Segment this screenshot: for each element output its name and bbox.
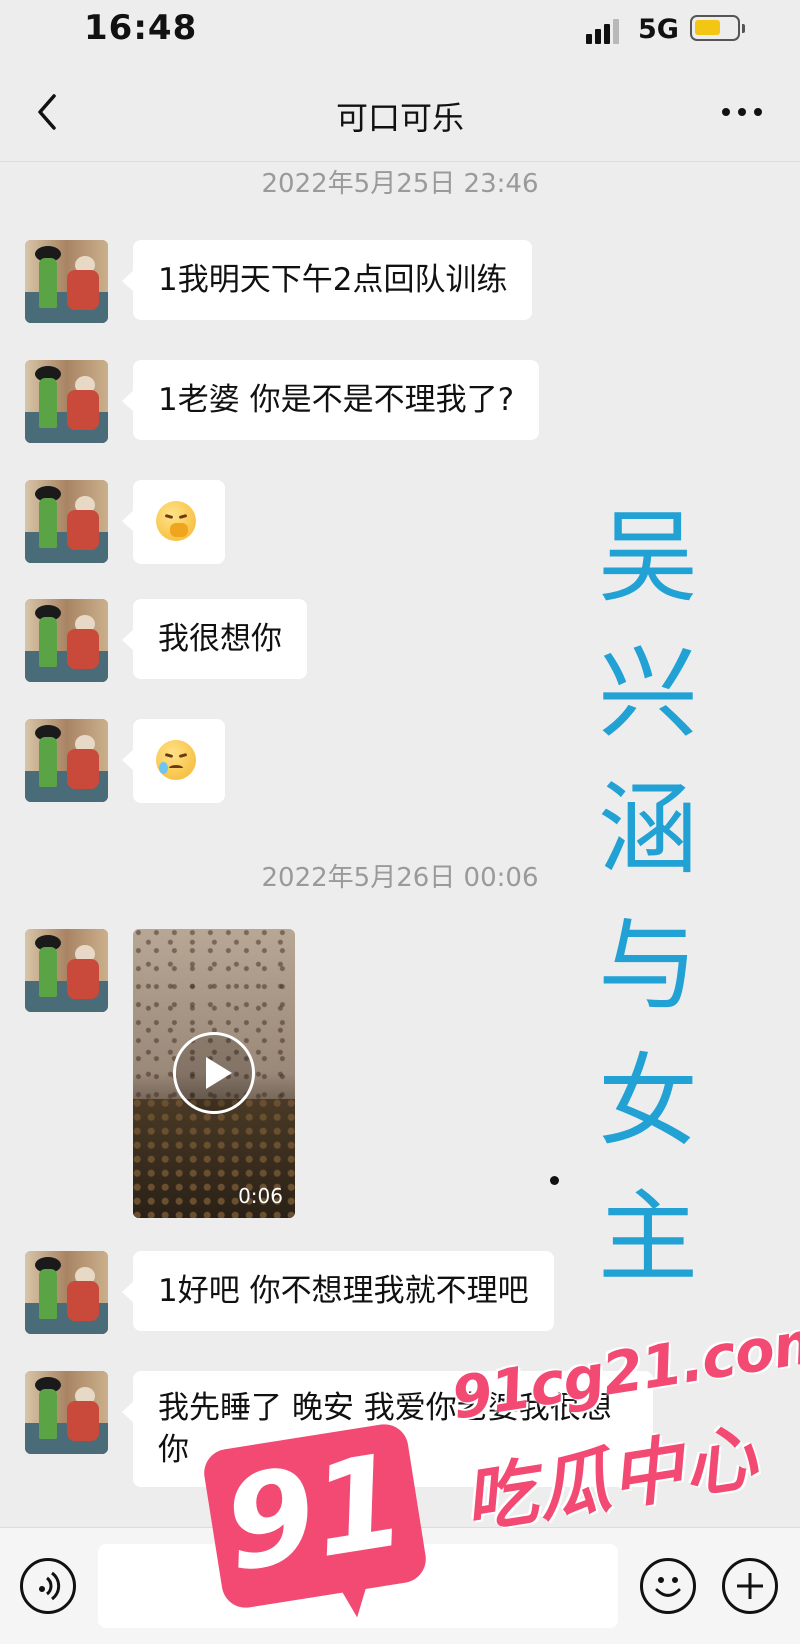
more-options-icon[interactable] [718,102,768,122]
message-bubble[interactable]: 1老婆 你是不是不理我了? [121,360,540,440]
overlay-char: 女 [598,1043,698,1160]
plus-icon[interactable] [722,1558,778,1614]
avatar[interactable] [25,240,108,323]
watermark-badge: 91 [200,1420,430,1612]
overlay-char: 兴 [598,635,698,752]
avatar[interactable] [25,719,108,802]
avatar[interactable] [25,929,108,1012]
message-bubble[interactable]: 1好吧 你不想理我就不理吧 [122,1251,554,1331]
chat-header: 可口可乐 [0,62,800,162]
avatar[interactable] [25,360,108,443]
worried-face-emoji-icon [156,501,196,541]
play-icon[interactable] [173,1032,255,1114]
avatar[interactable] [25,1371,108,1454]
overlay-char: 主 [598,1179,698,1296]
video-duration: 0:06 [238,1184,283,1208]
message-timestamp: 2022年5月25日 23:46 [261,169,539,199]
emoji-message-bubble[interactable] [122,719,225,803]
message-bubble[interactable]: 1我明天下午2点回队训练 [121,240,533,320]
dot-mark [550,1176,559,1185]
overlay-char: 与 [598,907,698,1024]
signal-icon [586,18,626,44]
video-message[interactable]: 0:06 [133,929,295,1218]
avatar[interactable] [25,1251,108,1334]
message-bubble[interactable]: 我很想你 [122,599,307,679]
overlay-caption: 吴 兴 涵 与 女 主 [593,490,703,1306]
overlay-char: 涵 [598,771,698,888]
emoji-picker-icon[interactable] [640,1558,696,1614]
watermark-badge-text: 91 [214,1426,415,1602]
avatar[interactable] [25,480,108,563]
status-time: 16:48 [84,8,198,48]
crying-face-emoji-icon [156,740,196,780]
chat-title: 可口可乐 [335,99,464,137]
status-bar: 16:48 5G [0,0,800,62]
voice-input-icon[interactable] [20,1558,76,1614]
emoji-message-bubble[interactable] [122,480,225,564]
avatar[interactable] [25,599,108,682]
network-label: 5G [638,14,679,45]
overlay-char: 吴 [598,499,698,616]
battery-icon [690,15,745,41]
